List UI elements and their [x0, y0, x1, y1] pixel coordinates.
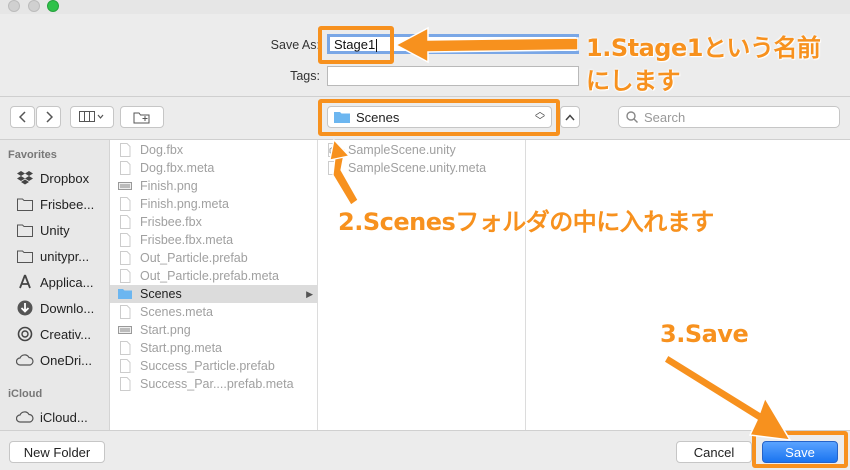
arrow-head-scenes-icon	[329, 138, 351, 161]
arrow-to-save-button-icon	[662, 353, 792, 441]
step2-annotation: 2.Scenesフォルダの中に入れます	[338, 208, 714, 236]
step1-annotation-line1: 1.Stage1という名前	[586, 34, 821, 62]
step1-annotation-line2: にします	[586, 67, 681, 95]
step3-annotation: 3.Save	[660, 320, 749, 348]
arrow-to-save-as-icon	[394, 26, 579, 64]
